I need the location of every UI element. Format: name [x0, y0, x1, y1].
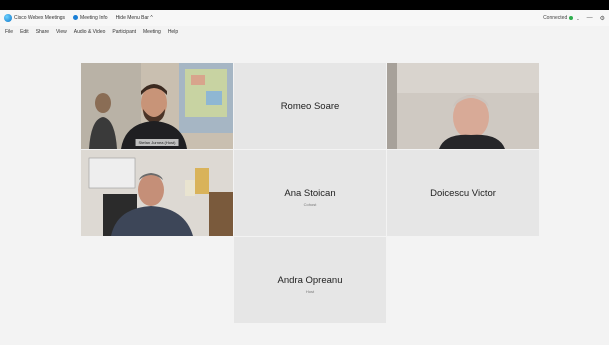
empty-slot: [387, 237, 539, 323]
participant-grid: Stefan Jurnea (Host) Romeo Soare Ana Sto…: [81, 63, 539, 323]
participant-video-feed: [81, 150, 233, 236]
title-bar: Cisco Webex Meetings Meeting Info Hide M…: [0, 10, 609, 26]
hide-menu-bar-button[interactable]: Hide Menu Bar ^: [116, 15, 153, 21]
participant-name: Ana Stoican: [284, 188, 336, 199]
participant-role: Host: [305, 289, 315, 294]
menu-meeting[interactable]: Meeting: [143, 29, 161, 35]
participant-name: Romeo Soare: [280, 101, 340, 112]
menu-share[interactable]: Share: [36, 29, 49, 35]
host-name: Stefan Jurnea: [138, 140, 164, 145]
menu-bar: File Edit Share View Audio & Video Parti…: [0, 26, 609, 38]
menu-audio-video[interactable]: Audio & Video: [74, 29, 106, 35]
screen-top-bar: [0, 0, 609, 10]
video-tile-host[interactable]: Stefan Jurnea (Host): [81, 63, 233, 149]
menu-view[interactable]: View: [56, 29, 67, 35]
video-tile-older-man[interactable]: [387, 63, 539, 149]
webex-logo-icon: [4, 14, 12, 22]
meeting-info-button[interactable]: Meeting Info: [73, 15, 108, 21]
participant-name: Doicescu Victor: [430, 188, 496, 199]
meeting-info-label: Meeting Info: [80, 15, 108, 21]
participant-tile-andra[interactable]: Andra Opreanu Host: [234, 237, 386, 323]
connected-status-icon: [569, 16, 574, 20]
menu-participant[interactable]: Participant: [112, 29, 136, 35]
menu-help[interactable]: Help: [168, 29, 178, 35]
participant-name-tag: Stefan Jurnea (Host): [135, 139, 179, 146]
connection-status[interactable]: Connected: [543, 15, 567, 21]
participant-tile-romeo[interactable]: Romeo Soare: [234, 63, 386, 149]
settings-button[interactable]: ⚙: [600, 15, 605, 22]
participant-tile-ana[interactable]: Ana Stoican Cohost: [234, 150, 386, 236]
video-tile-office-man[interactable]: [81, 150, 233, 236]
empty-slot: [81, 237, 233, 323]
host-video-feed: [81, 63, 233, 149]
title-bar-right: Connected ⌄ — ⚙: [543, 10, 605, 26]
app-title: Cisco Webex Meetings: [14, 15, 66, 21]
participant-video-feed: [387, 63, 539, 149]
chevron-down-icon[interactable]: ⌄: [576, 16, 579, 21]
participant-role: Cohost: [303, 202, 317, 207]
minimize-button[interactable]: —: [587, 15, 593, 21]
host-role: Host: [165, 140, 175, 145]
participant-name: Andra Opreanu: [277, 275, 343, 286]
menu-file[interactable]: File: [5, 29, 13, 35]
menu-edit[interactable]: Edit: [20, 29, 29, 35]
info-icon: [73, 15, 79, 21]
participant-tile-doicescu[interactable]: Doicescu Victor: [387, 150, 539, 236]
